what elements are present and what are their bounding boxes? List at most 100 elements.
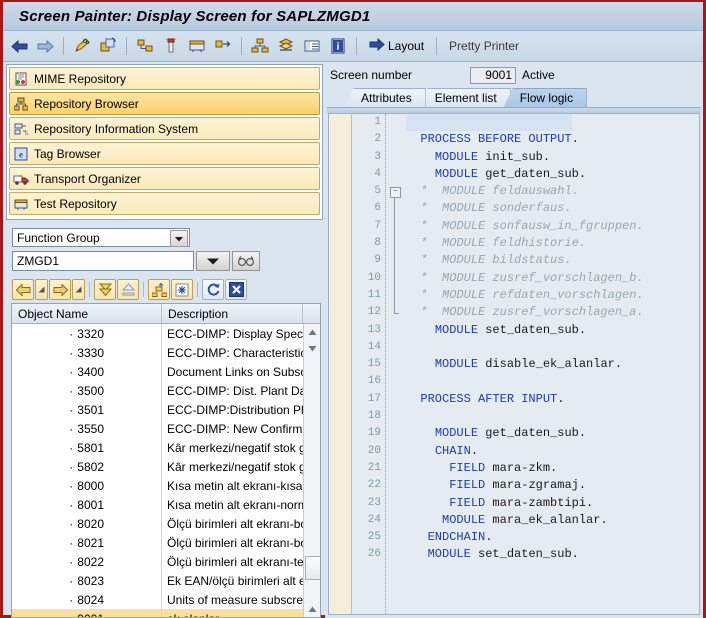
code-line[interactable]: PROCESS BEFORE OUTPUT.: [406, 131, 699, 148]
code-line[interactable]: MODULE set_daten_sub.: [406, 546, 699, 563]
tab-element-list[interactable]: Element list: [418, 88, 511, 107]
column-header-object-name[interactable]: Object Name: [12, 304, 162, 323]
list-forward-button[interactable]: [49, 279, 71, 300]
copy-screen-icon[interactable]: [96, 34, 120, 58]
table-row[interactable]: · 3550 ECC-DIMP: New Confirmat: [12, 419, 304, 438]
table-row[interactable]: · 8001 Kısa metin alt ekranı-norm: [12, 495, 304, 514]
forward-arrow-icon[interactable]: [33, 34, 57, 58]
code-line[interactable]: [406, 114, 572, 132]
code-line[interactable]: [406, 373, 699, 390]
attributes-icon[interactable]: [159, 34, 183, 58]
close-button[interactable]: [225, 279, 247, 300]
scroll-bottom-button[interactable]: [304, 601, 320, 617]
sidebar-item-test-repository[interactable]: Test Repository: [9, 192, 320, 215]
code-line[interactable]: * MODULE feldhistorie.: [406, 235, 699, 252]
status-badge: Active: [522, 68, 555, 82]
sidebar-item-tag-browser[interactable]: e Tag Browser: [9, 142, 320, 165]
table-row[interactable]: · 3501 ECC-DIMP:Distribution Plan: [12, 400, 304, 419]
table-row[interactable]: · 3320 ECC-DIMP: Display Speciali: [12, 324, 304, 343]
table-row[interactable]: · 3500 ECC-DIMP: Dist. Plant Dat: [12, 381, 304, 400]
scroll-down-button[interactable]: [304, 340, 320, 356]
cell-description: Kısa metin alt ekranı-norm: [167, 497, 304, 512]
layout-button[interactable]: Layout: [363, 37, 430, 54]
scroll-thumb[interactable]: [305, 556, 320, 580]
object-type-dropdown[interactable]: Function Group: [12, 228, 190, 247]
fold-collapse-icon[interactable]: −: [390, 187, 401, 199]
column-header-description[interactable]: Description: [162, 304, 303, 323]
table-row[interactable]: · 5801 Kâr merkezi/negatif stok g: [12, 438, 304, 457]
toolbar-separator: [126, 37, 127, 55]
test-screen-icon[interactable]: [185, 34, 209, 58]
expand-node-button[interactable]: [94, 279, 116, 300]
code-line[interactable]: FIELD mara-zgramaj.: [406, 477, 699, 494]
sidebar-item-transport-organizer[interactable]: Transport Organizer: [9, 167, 320, 190]
code-line[interactable]: * MODULE bildstatus.: [406, 252, 699, 269]
code-line[interactable]: * MODULE sonderfaus.: [406, 200, 699, 217]
table-row[interactable]: · 3400 Document Links on Subsc: [12, 362, 304, 381]
code-line[interactable]: FIELD mara-zambtipi.: [406, 495, 699, 512]
code-line[interactable]: * MODULE sonfausw_in_fgruppen.: [406, 218, 699, 235]
info-icon[interactable]: i: [326, 34, 350, 58]
object-navigator-icon[interactable]: [248, 34, 272, 58]
code-line[interactable]: MODULE get_daten_sub.: [406, 166, 699, 183]
scroll-up-button[interactable]: [304, 324, 320, 340]
stack-icon[interactable]: [274, 34, 298, 58]
toolbar-separator: [143, 282, 144, 297]
display-glasses-button[interactable]: [232, 251, 260, 271]
code-line[interactable]: MODULE disable_ek_alanlar.: [406, 356, 699, 373]
collapse-node-button[interactable]: [117, 279, 139, 300]
list-forward-dropdown[interactable]: [72, 279, 85, 300]
code-line[interactable]: [406, 408, 699, 425]
table-row[interactable]: · 8023 Ek EAN/ölçü birimleri alt el: [12, 571, 304, 590]
table-row[interactable]: · 8020 Ölçü birimleri alt ekranı-bo: [12, 514, 304, 533]
list-icon[interactable]: [300, 34, 324, 58]
code-line[interactable]: MODULE init_sub.: [406, 149, 699, 166]
back-arrow-icon[interactable]: [7, 34, 31, 58]
object-name-input[interactable]: ZMGD1: [12, 251, 194, 271]
editor-fold-column[interactable]: −: [386, 114, 406, 614]
code-line[interactable]: [406, 339, 699, 356]
sidebar-item-repository-browser[interactable]: Repository Browser: [9, 92, 320, 115]
flow-logic-editor[interactable]: 1 2 3 4 5 6 7 8 9 10 11 12 13 14 15 16 17 18 19 20 21 22 23 24 2…: [328, 113, 700, 615]
code-line[interactable]: MODULE get_daten_sub.: [406, 425, 699, 442]
chevron-down-icon[interactable]: [170, 230, 188, 247]
object-list-scrollbar[interactable]: [303, 324, 320, 617]
table-row[interactable]: · 9001 ek alanlar: [12, 609, 304, 617]
screen-number-field[interactable]: 9001: [470, 66, 516, 84]
edit-pencil-icon[interactable]: [70, 34, 94, 58]
code-line[interactable]: MODULE set_daten_sub.: [406, 322, 699, 339]
code-line[interactable]: CHAIN.: [406, 443, 699, 460]
list-back-dropdown[interactable]: [35, 279, 48, 300]
code-line[interactable]: ENDCHAIN.: [406, 529, 699, 546]
code-line[interactable]: * MODULE feldauswahl.: [406, 183, 699, 200]
table-row[interactable]: · 3330 ECC-DIMP: Characteristics: [12, 343, 304, 362]
sidebar-item-mime-repository[interactable]: MIME Repository: [9, 67, 320, 90]
bullet-icon: ·: [69, 364, 74, 379]
editor-code-area[interactable]: − PROCESS BEFORE OUTPUT. MODULE init_sub…: [386, 114, 699, 614]
table-row[interactable]: · 5802 Kâr merkezi/negatif stok g: [12, 457, 304, 476]
code-line[interactable]: FIELD mara-zkm.: [406, 460, 699, 477]
object-list-button[interactable]: [148, 279, 170, 300]
table-row[interactable]: · 8021 Ölçü birimleri alt ekranı-bo: [12, 533, 304, 552]
refresh-button[interactable]: [202, 279, 224, 300]
element-list-icon[interactable]: [211, 34, 235, 58]
table-row[interactable]: · 8000 Kısa metin alt ekranı-kısa n: [12, 476, 304, 495]
pretty-printer-button[interactable]: Pretty Printer: [443, 39, 525, 53]
code-line[interactable]: PROCESS AFTER INPUT.: [406, 391, 699, 408]
code-line[interactable]: * MODULE zusref_vorschlagen_b.: [406, 270, 699, 287]
code-line[interactable]: MODULE mara_ek_alanlar.: [406, 512, 699, 529]
tab-flow-logic[interactable]: Flow logic: [503, 88, 588, 107]
list-back-button[interactable]: [12, 279, 34, 300]
table-row[interactable]: · 8022 Ölçü birimleri alt ekranı-ter: [12, 552, 304, 571]
line-number: 19: [367, 427, 381, 440]
tab-attributes[interactable]: Attributes: [345, 88, 426, 107]
code-line[interactable]: * MODULE zusref_vorschlagen_a.: [406, 304, 699, 321]
new-object-button[interactable]: [171, 279, 193, 300]
cell-description: Ölçü birimleri alt ekranı-bo: [167, 516, 304, 531]
sidebar-item-repository-information-system[interactable]: s Repository Information System: [9, 117, 320, 140]
editor-breakpoint-margin[interactable]: [329, 114, 352, 614]
object-name-dropdown-button[interactable]: [196, 251, 230, 271]
table-row[interactable]: · 8024 Units of measure subscree: [12, 590, 304, 609]
code-line[interactable]: * MODULE refdaten_vorschlagen.: [406, 287, 699, 304]
flow-logic-icon[interactable]: [133, 34, 157, 58]
